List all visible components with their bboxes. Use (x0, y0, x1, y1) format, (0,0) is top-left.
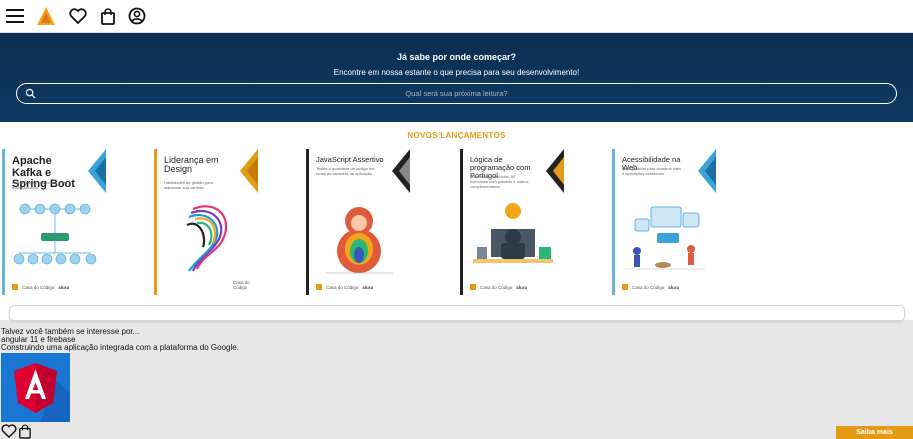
suggestion-thumbnail[interactable] (1, 353, 70, 422)
publisher-name: Casa do Código (233, 280, 250, 290)
chevron-decoration-icon (392, 149, 410, 193)
book-cover-illustration (13, 203, 97, 265)
suggestion-actions (1, 424, 31, 439)
hero-banner: Já sabe por onde começar? Encontre em no… (0, 33, 913, 122)
book-footer: Casa do Código (233, 280, 258, 290)
book-footer: Casa do Código alura (622, 284, 679, 290)
publisher-name: Casa do Código (326, 284, 359, 290)
book-card[interactable]: JavaScript Assertivo Testes e qualidade … (306, 149, 410, 295)
search-input[interactable] (45, 86, 868, 101)
book-footer: Casa do Código alura (470, 284, 527, 290)
suggestion-description: Construindo uma aplicação integrada com … (1, 343, 239, 352)
heart-icon[interactable] (67, 5, 89, 27)
chevron-decoration-icon (698, 149, 716, 193)
book-cover-illustration (186, 205, 228, 272)
publisher-name: Casa do Código (480, 284, 513, 290)
book-subtitle: Habilidades de gestão para alavancar sua… (164, 180, 213, 190)
heart-icon[interactable] (1, 424, 17, 438)
brand-name: alura (668, 284, 680, 290)
brand-name: alura (516, 284, 528, 290)
book-subtitle: Comunicação assíncrona entre microsservi… (12, 180, 68, 190)
hero-subtitle: Encontre em nossa estante o que precisa … (333, 68, 580, 77)
shopping-bag-icon[interactable] (97, 5, 119, 27)
book-subtitle: Testes e qualidade de código em todas as… (316, 166, 375, 176)
brand-name: alura (58, 284, 70, 290)
book-subtitle: Mais de 80 exercícios, 50 exercícios com… (470, 174, 529, 189)
book-footer: Casa do Código alura (316, 284, 373, 290)
book-cover-illustration (473, 203, 553, 263)
chevron-decoration-icon (240, 149, 258, 193)
publisher-name: Casa do Código (22, 284, 55, 290)
book-title: JavaScript Assertivo (316, 155, 384, 164)
search-icon (25, 88, 36, 99)
book-card[interactable]: Lógica de programação com Portugol Mais … (460, 149, 564, 295)
carousel-scrollbar[interactable] (9, 305, 905, 321)
hero-title: Já sabe por onde começar? (396, 52, 517, 62)
learn-more-button[interactable]: Saiba mais (836, 426, 913, 439)
new-releases-section: NOVOS LANÇAMENTOS Apache Kafka e Spring … (0, 122, 913, 320)
angular-logo-icon (14, 363, 70, 422)
shopping-bag-icon[interactable] (19, 424, 31, 439)
top-navbar (0, 0, 913, 33)
book-cover-illustration (625, 206, 705, 270)
logo-icon[interactable] (35, 5, 57, 27)
book-title: Liderança em Design (164, 155, 219, 175)
publisher-name: Casa do Código (632, 284, 665, 290)
user-icon[interactable] (126, 5, 148, 27)
book-cover-illustration (325, 207, 393, 274)
book-footer: Casa do Código alura (12, 284, 69, 290)
chevron-decoration-icon (546, 149, 564, 193)
chevron-decoration-icon (88, 149, 106, 193)
section-title: NOVOS LANÇAMENTOS (407, 131, 506, 140)
book-subtitle: Boas práticas para construir sites e apl… (622, 166, 682, 176)
brand-name: alura (362, 284, 374, 290)
search-bar[interactable] (16, 83, 897, 104)
book-card[interactable]: Apache Kafka e Spring Boot Comunicação a… (2, 149, 106, 295)
book-card[interactable]: Liderança em Design Habilidades de gestã… (154, 149, 258, 295)
book-card[interactable]: Acessibilidade na Web Boas práticas para… (612, 149, 716, 295)
menu-icon[interactable] (4, 5, 26, 27)
